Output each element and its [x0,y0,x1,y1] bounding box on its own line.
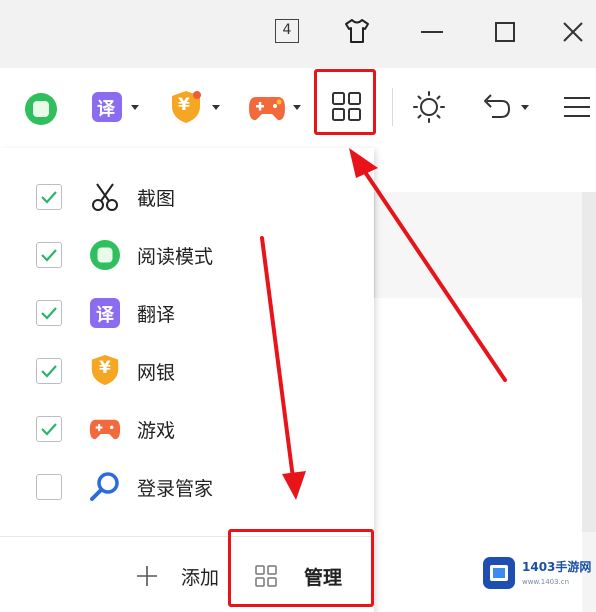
plus-icon [137,566,157,586]
check-icon [41,307,57,320]
watermark-text: 1403手游网 [522,560,592,574]
item-label: 阅读模式 [137,246,214,268]
gamepad-icon [89,419,121,440]
chevron-down-icon[interactable] [212,105,220,110]
scissors-icon [92,183,118,211]
toolbar-divider [392,88,393,126]
list-item-game[interactable]: 游戏 [0,400,374,458]
check-icon [41,365,57,378]
bank-icon-glyph: ¥ [178,95,190,115]
reading-mode-icon [90,240,120,270]
chevron-down-icon[interactable] [131,105,139,110]
close-icon[interactable] [562,21,584,43]
checkbox-translate[interactable] [36,300,62,326]
add-button[interactable]: 添加 [128,556,228,596]
list-item-login-manager[interactable]: 登录管家 [0,458,374,516]
item-label: 游戏 [137,420,176,442]
game-button[interactable] [248,68,304,148]
check-icon [41,423,57,436]
brightness-icon [413,91,445,123]
checkbox-online-bank[interactable] [36,358,62,384]
scrollbar[interactable] [582,192,596,532]
checkbox-reading-mode[interactable] [36,242,62,268]
checkbox-screenshot[interactable] [36,184,62,210]
toolbar: 译 ¥ [0,68,596,148]
skin-shirt-icon[interactable] [343,18,371,44]
undo-button[interactable] [476,68,534,148]
undo-icon [484,94,511,118]
checkbox-game[interactable] [36,416,62,442]
menu-button[interactable] [562,68,594,148]
bank-icon-glyph: ¥ [99,358,111,378]
reading-mode-button[interactable] [22,68,62,148]
magnifier-key-icon [90,472,119,501]
hamburger-menu-icon [564,97,590,117]
item-label: 网银 [137,362,176,384]
tab-count-badge[interactable]: 4 [275,19,299,43]
translate-icon-glyph: 译 [96,305,114,326]
highlight-box-grid [314,69,376,135]
brightness-button[interactable] [410,68,450,148]
watermark-subtext: www.1403.cn [522,578,570,586]
item-label: 截图 [137,188,176,210]
check-icon [41,191,57,204]
translate-button[interactable]: 译 [90,68,142,148]
chevron-down-icon[interactable] [293,105,301,110]
translate-icon-glyph: 译 [97,99,115,120]
checkbox-login-manager[interactable] [36,474,62,500]
add-button-label: 添加 [181,567,220,589]
title-bar: 4 [0,0,596,68]
online-bank-button[interactable]: ¥ [168,68,224,148]
chevron-down-icon[interactable] [521,105,529,110]
item-label: 翻译 [137,304,176,326]
check-icon [41,249,57,262]
maximize-icon[interactable] [495,22,515,42]
list-item-screenshot[interactable]: 截图 [0,168,374,226]
list-item-online-bank[interactable]: ¥ 网银 [0,342,374,400]
gamepad-icon [249,97,285,121]
list-item-translate[interactable]: 译 翻译 [0,284,374,342]
page-top-strip [374,148,596,192]
list-item-reading-mode[interactable]: 阅读模式 [0,226,374,284]
watermark: 1403手游网 www.1403.cn [478,548,596,604]
item-label: 登录管家 [137,478,214,500]
watermark-logo-icon [483,557,515,589]
minimize-icon[interactable] [421,30,443,34]
reading-mode-icon [25,93,57,125]
highlight-box-manage [228,529,374,607]
